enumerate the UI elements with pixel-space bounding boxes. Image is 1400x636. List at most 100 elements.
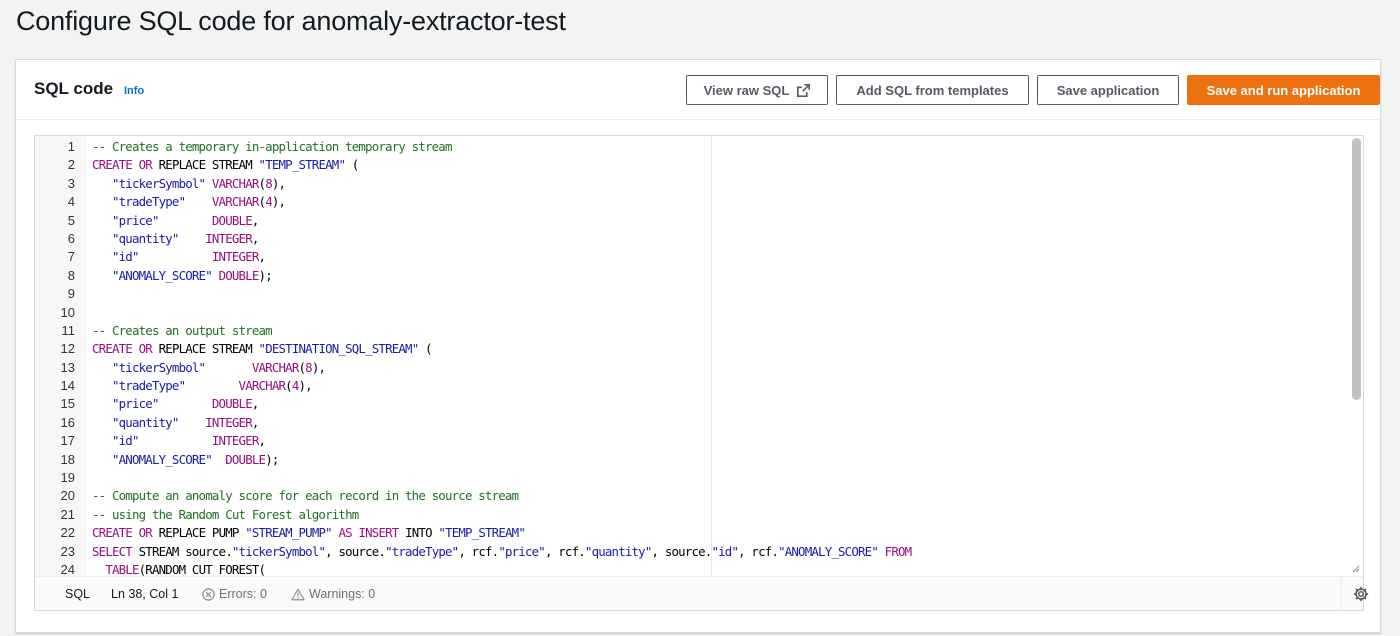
code-token: CREATE xyxy=(92,341,133,357)
code-token: CREATE xyxy=(92,525,133,541)
code-token: , xyxy=(251,396,259,412)
view-raw-sql-label: View raw SQL xyxy=(703,82,790,98)
code-token: , rcf. xyxy=(738,543,779,559)
cursor-position: Ln 38, Col 1 xyxy=(111,587,179,601)
line-number: 18 xyxy=(60,451,75,467)
line-number: 8 xyxy=(67,267,75,283)
code-token: VARCHAR xyxy=(238,378,286,394)
info-link[interactable]: Info xyxy=(124,85,144,97)
code-line[interactable]: 14 "tradeType" VARCHAR(4), xyxy=(35,377,1335,395)
gear-icon[interactable] xyxy=(1353,586,1369,602)
code-area[interactable]: 1 -- Creates a temporary in-application t… xyxy=(35,136,1363,576)
save-and-run-application-button[interactable]: Save and run application xyxy=(1187,75,1380,105)
code-token: INTEGER xyxy=(211,249,259,265)
code-token: "price" xyxy=(111,396,159,412)
code-line[interactable]: 3 "tickerSymbol" VARCHAR(8), xyxy=(35,175,1335,193)
external-link-icon xyxy=(797,83,811,97)
code-token: -- using the Random Cut Forest algorithm xyxy=(92,506,359,522)
code-line[interactable]: 7 "id" INTEGER, xyxy=(35,248,1335,266)
code-token: "id" xyxy=(111,249,139,265)
code-token: OR xyxy=(138,341,153,357)
code-line[interactable]: 12 CREATE OR REPLACE STREAM "DESTINATION_… xyxy=(35,340,1335,358)
code-token: -- Creates an output stream xyxy=(92,322,273,338)
code-text: -- Compute an anomaly score for each rec… xyxy=(92,487,519,505)
resize-handle-icon[interactable] xyxy=(1350,563,1360,573)
code-line[interactable]: 23 SELECT STREAM source."tickerSymbol", s… xyxy=(35,543,1335,561)
code-line[interactable]: 22 CREATE OR REPLACE PUMP "STREAM_PUMP" A… xyxy=(35,524,1335,542)
code-lines[interactable]: 1 -- Creates a temporary in-application t… xyxy=(35,138,1335,576)
code-token: , xyxy=(258,249,266,265)
vertical-scrollbar[interactable] xyxy=(1352,138,1361,564)
code-line[interactable]: 13 "tickerSymbol" VARCHAR(8), xyxy=(35,359,1335,377)
code-token: ); xyxy=(265,451,279,467)
code-line[interactable]: 2 CREATE OR REPLACE STREAM "TEMP_STREAM" … xyxy=(35,156,1335,174)
line-number: 13 xyxy=(60,359,75,375)
code-token: DOUBLE xyxy=(211,212,253,228)
code-token: ), xyxy=(298,378,313,394)
code-token: , rcf. xyxy=(544,543,586,559)
code-line[interactable]: 15 "price" DOUBLE, xyxy=(35,395,1335,413)
warnings-indicator[interactable]: Warnings: 0 xyxy=(291,587,375,601)
code-token: INTEGER xyxy=(211,433,259,449)
code-line[interactable]: 5 "price" DOUBLE, xyxy=(35,212,1335,230)
code-line[interactable]: 21 -- using the Random Cut Forest algorit… xyxy=(35,506,1335,524)
sql-code-editor[interactable]: 1 -- Creates a temporary in-application t… xyxy=(34,135,1369,611)
code-line[interactable]: 24 TABLE(RANDOM_CUT_FOREST( xyxy=(35,561,1335,576)
code-text: "id" INTEGER, xyxy=(92,248,266,266)
code-token: "tickerSymbol" xyxy=(111,359,206,375)
line-number: 9 xyxy=(67,286,75,302)
line-number: 6 xyxy=(67,230,75,246)
code-token: INSERT xyxy=(358,525,399,541)
code-line[interactable]: 9 xyxy=(35,285,1335,303)
code-line[interactable]: 4 "tradeType" VARCHAR(4), xyxy=(35,193,1335,211)
status-divider xyxy=(1341,577,1342,611)
code-line[interactable]: 1 -- Creates a temporary in-application t… xyxy=(35,138,1335,156)
code-line[interactable]: 18 "ANOMALY_SCORE" DOUBLE); xyxy=(35,451,1335,469)
line-number: 2 xyxy=(67,157,75,173)
add-sql-from-templates-button[interactable]: Add SQL from templates xyxy=(836,75,1029,105)
code-token: "DESTINATION_SQL_STREAM" xyxy=(258,341,420,357)
code-token: VARCHAR xyxy=(211,175,259,191)
code-token: ); xyxy=(258,267,273,283)
view-raw-sql-button[interactable]: View raw SQL xyxy=(686,75,828,105)
code-token: "ANOMALY_SCORE" xyxy=(778,543,879,559)
code-token: ( xyxy=(285,378,292,394)
code-text: CREATE OR REPLACE STREAM "TEMP_STREAM" ( xyxy=(92,156,359,174)
code-line[interactable]: 11 -- Creates an output stream xyxy=(35,322,1335,340)
code-text: TABLE(RANDOM_CUT_FOREST( xyxy=(92,561,266,576)
line-number: 12 xyxy=(60,341,75,357)
code-line[interactable]: 17 "id" INTEGER, xyxy=(35,432,1335,450)
code-line[interactable]: 8 "ANOMALY_SCORE" DOUBLE); xyxy=(35,267,1335,285)
code-token: , rcf. xyxy=(458,543,499,559)
line-number: 19 xyxy=(60,470,75,486)
save-application-button[interactable]: Save application xyxy=(1037,75,1179,105)
code-token: -- Creates a temporary in-application te… xyxy=(92,139,452,154)
code-line[interactable]: 10 xyxy=(35,304,1335,322)
code-text: "ANOMALY_SCORE" DOUBLE); xyxy=(92,451,279,469)
code-line[interactable]: 20 -- Compute an anomaly score for each r… xyxy=(35,487,1335,505)
code-text: CREATE OR REPLACE PUMP "STREAM_PUMP" AS … xyxy=(92,524,526,542)
code-line[interactable]: 16 "quantity" INTEGER, xyxy=(35,414,1335,432)
code-token: (RANDOM_CUT_FOREST( xyxy=(138,561,266,576)
code-line[interactable]: 6 "quantity" INTEGER, xyxy=(35,230,1335,248)
code-line[interactable]: 19 xyxy=(35,469,1335,487)
scrollbar-thumb[interactable] xyxy=(1352,138,1361,400)
line-number: 20 xyxy=(60,488,75,504)
code-text: -- using the Random Cut Forest algorithm xyxy=(92,506,359,524)
code-token: , source. xyxy=(651,543,713,559)
code-token: DOUBLE xyxy=(211,396,253,412)
errors-indicator[interactable]: Errors: 0 xyxy=(202,587,267,601)
code-token: VARCHAR xyxy=(211,194,259,210)
